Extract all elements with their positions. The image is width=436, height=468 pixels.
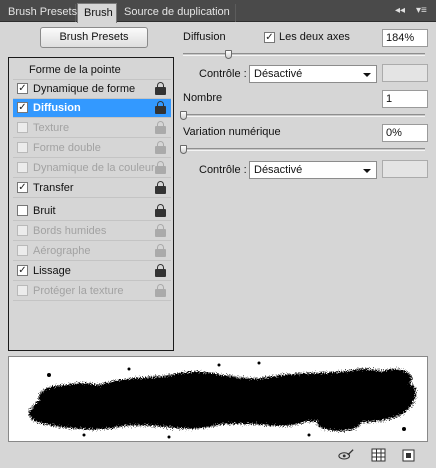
control-label: Contrôle : <box>199 68 247 80</box>
brush-stroke-preview <box>8 356 428 442</box>
stroke-preview-image <box>29 361 416 439</box>
tab-brush[interactable]: Brush <box>77 3 117 23</box>
option-label: Protéger la texture <box>33 285 124 297</box>
scatter-label: Diffusion <box>183 31 226 43</box>
brush-presets-button[interactable]: Brush Presets <box>40 27 148 48</box>
option-protect-texture[interactable]: Protéger la texture <box>13 282 171 300</box>
control-extra-field <box>382 64 428 82</box>
control-label: Contrôle : <box>199 164 247 176</box>
both-axes-checkbox[interactable]: ✓ <box>264 32 275 43</box>
texture-checkbox[interactable] <box>17 122 28 133</box>
divider <box>13 137 171 138</box>
scatter-slider-thumb[interactable] <box>225 50 232 59</box>
divider <box>13 280 171 281</box>
option-label: Aérographe <box>33 245 91 257</box>
count-label: Nombre <box>183 92 223 104</box>
transfer-checkbox[interactable]: ✓ <box>17 182 28 193</box>
scattering-checkbox[interactable]: ✓ <box>17 102 28 113</box>
option-label: Dynamique de forme <box>33 83 136 95</box>
scatter-value-field[interactable]: 184% <box>382 29 428 47</box>
grid-icon[interactable] <box>371 448 387 462</box>
lock-icon[interactable] <box>155 161 167 174</box>
option-shape-dynamics[interactable]: ✓ Dynamique de forme <box>13 80 171 98</box>
eye-brush-icon[interactable] <box>338 448 354 462</box>
protect-texture-checkbox[interactable] <box>17 285 28 296</box>
count-slider[interactable] <box>180 111 425 120</box>
divider <box>13 220 171 221</box>
tab-brush-presets[interactable]: Brush Presets <box>2 4 77 22</box>
select-value: Désactivé <box>254 68 303 80</box>
option-label: Dynamique de la couleur <box>33 162 155 174</box>
shape-dynamics-checkbox[interactable]: ✓ <box>17 83 28 94</box>
count-jitter-slider-thumb[interactable] <box>180 145 187 154</box>
dual-brush-checkbox[interactable] <box>17 142 28 153</box>
chevron-down-icon <box>363 169 371 173</box>
option-scattering[interactable]: ✓ Diffusion <box>13 99 171 117</box>
count-value-field[interactable]: 1 <box>382 90 428 108</box>
lock-icon[interactable] <box>155 82 167 95</box>
option-label: Bords humides <box>33 225 107 237</box>
option-label: Diffusion <box>33 102 81 114</box>
wet-edges-checkbox[interactable] <box>17 225 28 236</box>
option-texture[interactable]: Texture <box>13 119 171 137</box>
option-label: Transfer <box>33 182 74 194</box>
divider <box>13 177 171 178</box>
new-preset-icon[interactable] <box>401 448 417 462</box>
collapse-icon[interactable]: ◂◂ <box>395 5 405 16</box>
lock-icon[interactable] <box>155 244 167 257</box>
lock-icon[interactable] <box>155 181 167 194</box>
both-axes-label: Les deux axes <box>279 31 350 43</box>
select-value: Désactivé <box>254 164 303 176</box>
lock-icon[interactable] <box>155 264 167 277</box>
lock-icon[interactable] <box>155 284 167 297</box>
panel-footer <box>0 444 436 468</box>
lock-icon[interactable] <box>155 224 167 237</box>
divider <box>13 117 171 118</box>
lock-icon[interactable] <box>155 204 167 217</box>
divider <box>13 300 171 301</box>
scatter-control-select[interactable]: Désactivé <box>249 65 377 83</box>
smoothing-checkbox[interactable]: ✓ <box>17 265 28 276</box>
divider <box>13 157 171 158</box>
option-dual-brush[interactable]: Forme double <box>13 139 171 157</box>
count-jitter-slider[interactable] <box>180 145 425 154</box>
divider <box>13 240 171 241</box>
option-label: Bruit <box>33 205 56 217</box>
lock-icon[interactable] <box>155 101 167 114</box>
lock-icon[interactable] <box>155 141 167 154</box>
option-wet-edges[interactable]: Bords humides <box>13 222 171 240</box>
option-color-dynamics[interactable]: Dynamique de la couleur <box>13 159 171 177</box>
option-smoothing[interactable]: ✓ Lissage <box>13 262 171 280</box>
option-label: Lissage <box>33 265 71 277</box>
count-jitter-label: Variation numérique <box>183 126 281 138</box>
option-transfer[interactable]: ✓ Transfer <box>13 179 171 197</box>
divider <box>13 260 171 261</box>
option-noise[interactable]: Bruit <box>13 202 171 220</box>
panel-tab-bar: Brush Presets Brush Source de duplicatio… <box>0 0 436 23</box>
count-control-select[interactable]: Désactivé <box>249 161 377 179</box>
control-extra-field <box>382 160 428 178</box>
tab-clone-source[interactable]: Source de duplication <box>118 4 236 22</box>
count-jitter-value-field[interactable]: 0% <box>382 124 428 142</box>
color-dynamics-checkbox[interactable] <box>17 162 28 173</box>
option-label: Forme double <box>33 142 101 154</box>
option-label: Texture <box>33 122 70 134</box>
brush-tip-shape-item[interactable]: Forme de la pointe <box>29 62 121 78</box>
option-airbrush[interactable]: Aérographe <box>13 242 171 260</box>
divider <box>13 197 171 198</box>
count-slider-thumb[interactable] <box>180 111 187 120</box>
chevron-down-icon <box>363 73 371 77</box>
panel-menu-icon[interactable]: ▾≡ <box>416 5 427 16</box>
noise-checkbox[interactable] <box>17 205 28 216</box>
airbrush-checkbox[interactable] <box>17 245 28 256</box>
scatter-slider[interactable] <box>183 50 425 59</box>
brush-options-list: Forme de la pointe ✓ Dynamique de forme … <box>8 57 174 351</box>
lock-icon[interactable] <box>155 121 167 134</box>
